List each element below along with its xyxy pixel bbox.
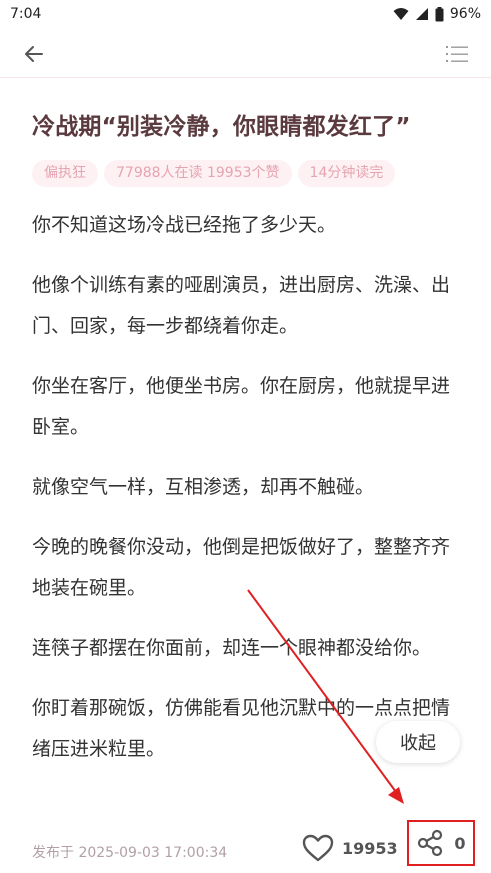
share-icon xyxy=(418,829,443,857)
top-bar xyxy=(0,28,491,78)
menu-button[interactable] xyxy=(443,40,471,68)
back-button[interactable] xyxy=(20,40,48,68)
collapse-button[interactable]: 收起 xyxy=(376,721,460,763)
article-paragraph: 连筷子都摆在你面前，却连一个眼神都没给你。 xyxy=(32,637,432,659)
battery-icon xyxy=(435,6,444,21)
article-title: 冷战期“别装冷静，你眼睛都发红了” xyxy=(32,114,411,140)
article-paragraph: 你不知道这场冷战已经拖了多少天。 xyxy=(32,214,337,236)
tag-category[interactable]: 偏执狂 xyxy=(32,160,98,187)
article-paragraph: 你坐在客厅，他便坐书房。你在厨房，他就提早进卧室。 xyxy=(32,375,451,438)
like-button[interactable]: 19953 xyxy=(302,834,398,862)
article-paragraph: 他像个训练有素的哑剧演员，进出厨房、洗澡、出门、回家，每一步都绕着你走。 xyxy=(32,274,451,337)
tag-stats: 77988人在读 19953个赞 xyxy=(104,160,292,187)
article-tags: 偏执狂 77988人在读 19953个赞 14分钟读完 xyxy=(32,160,396,187)
status-time: 7:04 xyxy=(10,6,42,22)
status-bar: 7:04 96% xyxy=(0,0,491,28)
publish-time: 发布于 2025-09-03 17:00:34 xyxy=(32,845,228,861)
article-body: 你不知道这场冷战已经拖了多少天。 他像个训练有素的哑剧演员，进出厨房、洗澡、出门… xyxy=(32,205,462,789)
article-paragraph: 就像空气一样，互相渗透，却再不触碰。 xyxy=(32,476,375,498)
like-count: 19953 xyxy=(342,838,398,858)
article-footer: 发布于 2025-09-03 17:00:34 19953 0 xyxy=(0,820,491,873)
arrow-left-icon xyxy=(25,46,43,62)
share-count: 0 xyxy=(454,833,466,853)
article-paragraph: 今晚的晚餐你没动，他倒是把饭做好了，整整齐齐地装在碗里。 xyxy=(32,536,451,599)
battery-percent: 96% xyxy=(449,6,481,22)
list-icon xyxy=(446,46,468,62)
status-icons: 96% xyxy=(393,6,481,22)
wifi-icon xyxy=(393,8,409,20)
tag-read-time: 14分钟读完 xyxy=(297,160,396,187)
signal-icon xyxy=(415,8,428,20)
heart-icon xyxy=(302,834,334,862)
share-button[interactable]: 0 xyxy=(407,820,475,866)
